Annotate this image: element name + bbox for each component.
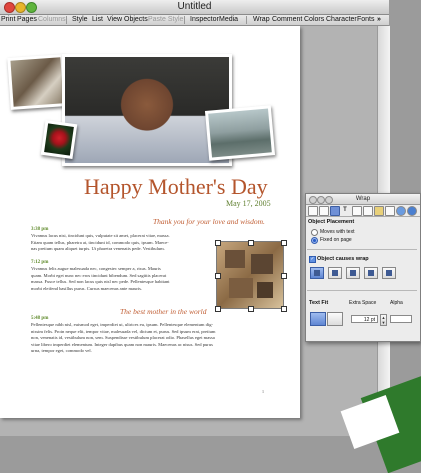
toolbar-divider — [66, 16, 67, 24]
extra-space-field[interactable]: 12 pt — [351, 315, 378, 323]
section-divider — [307, 249, 417, 250]
scrapbook-photo — [251, 254, 273, 274]
wrap-largest-button[interactable] — [382, 267, 396, 279]
selection-handle[interactable] — [248, 306, 254, 312]
text-fit-bounding-button[interactable] — [310, 312, 326, 326]
window-title: Untitled — [177, 1, 212, 12]
entry-body-2: Vivamus felis augue malesuada nec, conge… — [31, 266, 211, 292]
document-icon[interactable] — [308, 206, 318, 216]
body-line: urna, tempor eget, commodo vel. — [31, 348, 92, 353]
link-icon[interactable] — [396, 206, 406, 216]
objects-button[interactable]: Objects — [124, 15, 148, 25]
comment-button[interactable]: Comment — [272, 15, 302, 25]
moves-with-text-radio[interactable] — [311, 229, 318, 236]
inspector-title: Wrap — [355, 196, 371, 202]
section-divider — [307, 290, 417, 291]
alpha-field[interactable] — [390, 315, 412, 323]
zoom-button[interactable] — [325, 196, 333, 204]
print-button[interactable]: Print — [1, 15, 15, 25]
selection-handle[interactable] — [281, 306, 287, 312]
pull-quote-2: The best mother in the world — [120, 307, 207, 316]
fonts-button[interactable]: Fonts — [357, 15, 375, 25]
selection-handle[interactable] — [248, 240, 254, 246]
body-line: morbi eleifend basillus purus. Cursus ma… — [31, 285, 143, 291]
extra-space-label: Extra Space — [349, 300, 377, 306]
paste-style-button[interactable]: Paste Style — [148, 15, 183, 25]
page-heading: Happy Mother's Day — [84, 174, 268, 199]
selection-handle[interactable] — [215, 306, 221, 312]
table-icon[interactable] — [374, 206, 384, 216]
toolbar: Print Pages Columns Style List View Obje… — [0, 15, 389, 26]
colors-button[interactable]: Colors — [304, 15, 324, 25]
alpha-label: Alpha — [390, 300, 403, 306]
photo-family-image — [10, 57, 64, 107]
wrap-left-icon — [314, 270, 320, 276]
page-date: May 17, 2005 — [226, 199, 271, 208]
moves-with-text-label[interactable]: Moves with text — [320, 229, 354, 235]
inspector-button[interactable]: Inspector — [190, 15, 219, 25]
wrap-button[interactable]: Wrap — [253, 15, 270, 25]
minimize-button[interactable] — [317, 196, 325, 204]
object-placement-label: Object Placement — [308, 219, 355, 225]
character-button[interactable]: Character — [326, 15, 357, 25]
fixed-on-page-label[interactable]: Fixed on page — [320, 237, 352, 243]
fixed-on-page-radio[interactable] — [311, 237, 318, 244]
pull-quote-1: Thank you for your love and wisdom. — [153, 217, 265, 226]
inspector-title-bar[interactable]: Wrap — [306, 194, 420, 205]
entry-time-1: 3:38 pm — [31, 227, 49, 232]
quicktime-icon[interactable] — [407, 206, 417, 216]
text-fit-contour-button[interactable] — [327, 312, 343, 326]
photo-outdoor[interactable] — [204, 105, 276, 161]
list-button[interactable]: List — [92, 15, 103, 25]
scrapbook-image[interactable] — [216, 241, 284, 309]
selection-handle[interactable] — [281, 240, 287, 246]
body-line: nas pretium quam aliquet turpis. Ut phar… — [31, 246, 165, 251]
entry-body-1: Vivamus lacus nisi, tincidunt quis, vulp… — [31, 233, 216, 253]
photo-family[interactable] — [7, 54, 67, 110]
document-page[interactable]: Happy Mother's Day May 17, 2005 Thank yo… — [0, 26, 300, 418]
scrapbook-photo — [225, 250, 245, 268]
page-number: 1 — [262, 389, 264, 394]
entry-body-3: Pellentesque nibh nisl, euismod eget, im… — [31, 322, 271, 355]
wrap-largest-icon — [386, 270, 392, 276]
metrics-icon[interactable] — [363, 206, 373, 216]
title-bar[interactable]: Untitled — [0, 0, 389, 15]
scrapbook-photo — [229, 278, 253, 298]
selection-handle[interactable] — [215, 240, 221, 246]
wrap-left-button[interactable] — [310, 267, 324, 279]
toolbar-overflow-button[interactable]: » — [377, 15, 381, 25]
entry-time-2: 7:12 pm — [31, 260, 49, 265]
graphic-icon[interactable] — [352, 206, 362, 216]
close-button[interactable] — [309, 196, 317, 204]
toolbar-divider — [246, 16, 247, 24]
wrap-icon[interactable] — [330, 206, 340, 216]
wrap-right-button[interactable] — [328, 267, 342, 279]
selection-handle[interactable] — [281, 273, 287, 279]
text-icon[interactable]: T — [341, 206, 349, 214]
photo-flower[interactable] — [40, 119, 78, 160]
extra-space-stepper[interactable]: ▲ ▼ — [380, 314, 387, 326]
style-button[interactable]: Style — [72, 15, 88, 25]
layout-icon[interactable] — [319, 206, 329, 216]
selection-handle[interactable] — [215, 273, 221, 279]
object-causes-wrap-checkbox[interactable]: ✓ — [309, 256, 316, 263]
wrap-both-button[interactable] — [346, 267, 360, 279]
wrap-both-icon — [350, 270, 356, 276]
photo-outdoor-image — [208, 108, 272, 158]
wrap-around-icon — [368, 270, 374, 276]
object-causes-wrap-label[interactable]: Object causes wrap — [317, 256, 369, 262]
wrap-around-button[interactable] — [364, 267, 378, 279]
scrapbook-photo — [257, 282, 273, 298]
wrap-right-icon — [332, 270, 338, 276]
text-fit-label: Text Fit — [309, 300, 329, 306]
inspector-tabs: T — [306, 205, 420, 217]
view-button[interactable]: View — [107, 15, 122, 25]
pages-button[interactable]: Pages — [17, 15, 37, 25]
entry-time-3: 5:48 pm — [31, 316, 49, 321]
photo-flower-image — [44, 123, 74, 156]
media-button[interactable]: Media — [219, 15, 238, 25]
toolbar-divider — [184, 16, 185, 24]
columns-button[interactable]: Columns — [38, 15, 66, 25]
chart-icon[interactable] — [385, 206, 395, 216]
